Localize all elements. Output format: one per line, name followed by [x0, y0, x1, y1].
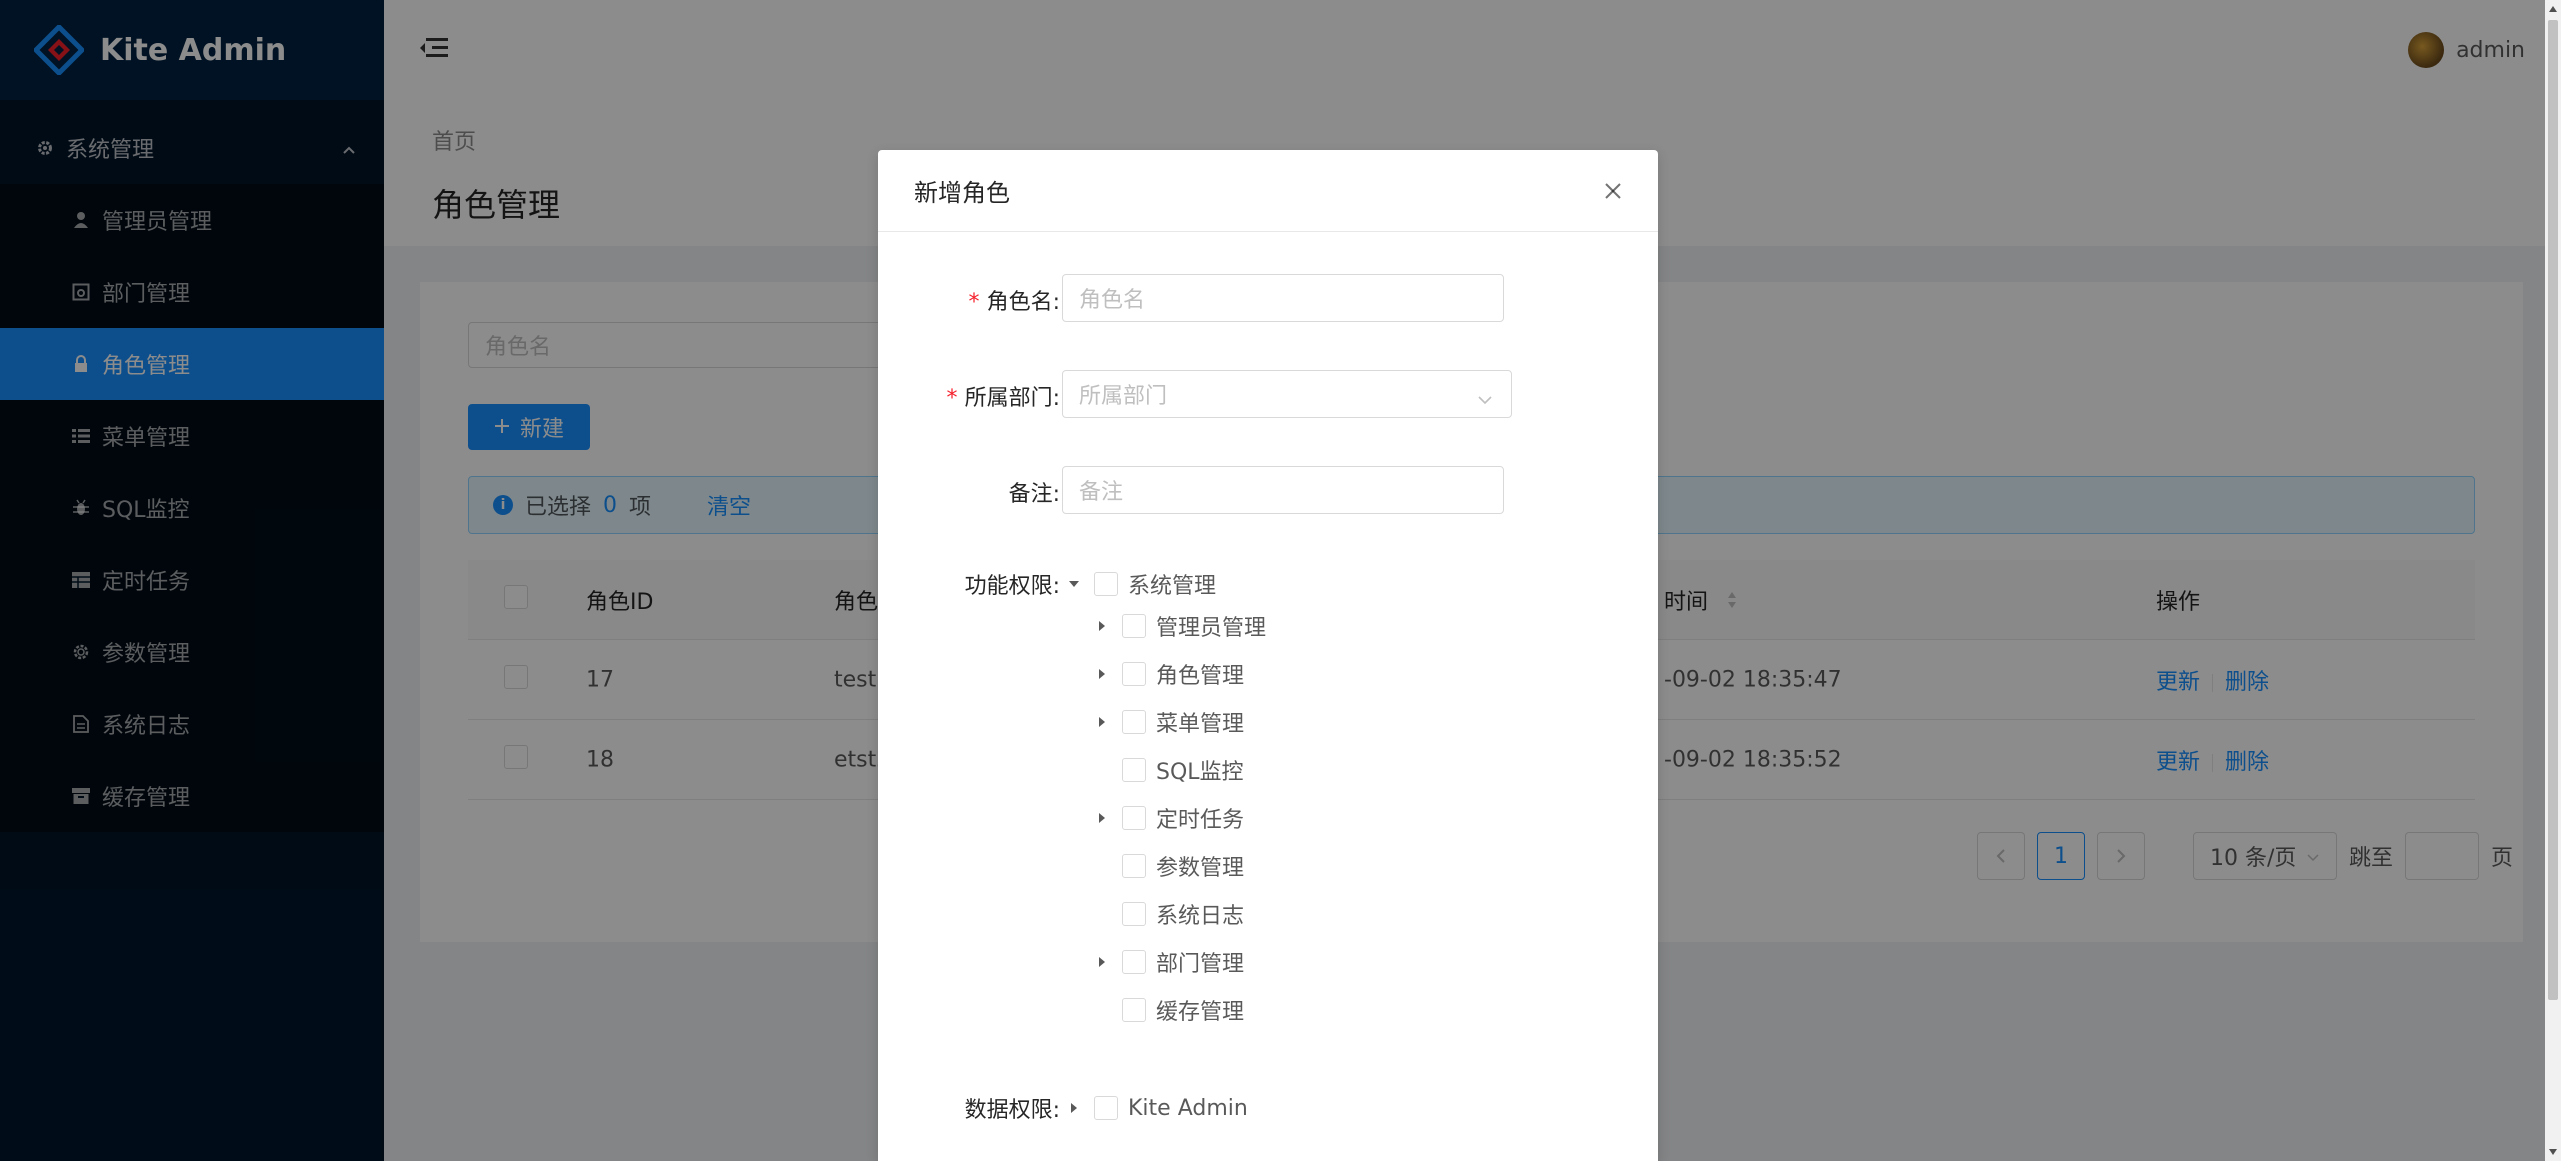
tree-checkbox[interactable]	[1122, 806, 1146, 830]
tree-node: 管理员管理	[1090, 608, 1266, 644]
tree-node: 角色管理	[1090, 656, 1244, 692]
caret-right-icon[interactable]	[1090, 662, 1114, 686]
remark-label: 备注:	[1008, 482, 1060, 507]
caret-right-icon[interactable]	[1090, 614, 1114, 638]
scroll-thumb[interactable]	[2548, 20, 2558, 1000]
tree-node: 部门管理	[1090, 944, 1244, 980]
data-permissions-label: 数据权限:	[964, 1098, 1060, 1123]
tree-node-label[interactable]: 参数管理	[1156, 850, 1244, 882]
caret-right-icon[interactable]	[1090, 806, 1114, 830]
tree-checkbox[interactable]	[1122, 998, 1146, 1022]
tree-node: 菜单管理	[1090, 704, 1244, 740]
tree-checkbox[interactable]	[1094, 1096, 1118, 1120]
tree-checkbox[interactable]	[1122, 950, 1146, 974]
role-name-label: * 角色名:	[967, 290, 1060, 315]
caret-right-icon[interactable]	[1062, 1096, 1086, 1120]
tree-node-label[interactable]: 缓存管理	[1156, 994, 1244, 1026]
page-scrollbar[interactable]	[2545, 0, 2561, 1161]
caret-right-icon[interactable]	[1090, 950, 1114, 974]
tree-checkbox[interactable]	[1122, 758, 1146, 782]
tree-checkbox[interactable]	[1094, 572, 1118, 596]
tree-node-label[interactable]: 系统日志	[1156, 898, 1244, 930]
caret-right-icon[interactable]	[1090, 710, 1114, 734]
caret-down-icon[interactable]	[1062, 572, 1086, 596]
tree-checkbox[interactable]	[1122, 662, 1146, 686]
tree-node: SQL监控	[1090, 752, 1244, 788]
tree-node-label[interactable]: 管理员管理	[1156, 610, 1266, 642]
department-select[interactable]: 所属部门	[1062, 370, 1512, 418]
tree-checkbox[interactable]	[1122, 902, 1146, 926]
tree-node-label[interactable]: 角色管理	[1156, 658, 1244, 690]
tree-node-label[interactable]: 系统管理	[1128, 568, 1216, 600]
tree-node-label[interactable]: SQL监控	[1156, 754, 1244, 786]
tree-checkbox[interactable]	[1122, 854, 1146, 878]
remark-field[interactable]: 备注	[1062, 466, 1504, 514]
tree-node: 定时任务	[1090, 800, 1244, 836]
scroll-up-arrow-icon[interactable]	[2549, 6, 2557, 12]
tree-node: 参数管理	[1090, 848, 1244, 884]
tree-node-label[interactable]: Kite Admin	[1128, 1096, 1248, 1121]
department-label: * 所属部门:	[945, 386, 1060, 411]
tree-node-label[interactable]: 部门管理	[1156, 946, 1244, 978]
close-icon[interactable]	[1596, 174, 1630, 208]
tree-node-root: 系统管理	[1062, 566, 1216, 602]
modal-header: 新增角色	[878, 150, 1658, 232]
tree-node: 缓存管理	[1090, 992, 1244, 1028]
scroll-down-arrow-icon[interactable]	[2549, 1149, 2557, 1155]
tree-node-label[interactable]: 菜单管理	[1156, 706, 1244, 738]
tree-node-root: Kite Admin	[1062, 1090, 1248, 1126]
chevron-down-icon	[1477, 387, 1493, 412]
tree-node-label[interactable]: 定时任务	[1156, 802, 1244, 834]
modal-title: 新增角色	[914, 179, 1010, 207]
tree-checkbox[interactable]	[1122, 614, 1146, 638]
role-name-field[interactable]: 角色名	[1062, 274, 1504, 322]
tree-checkbox[interactable]	[1122, 710, 1146, 734]
tree-node: 系统日志	[1090, 896, 1244, 932]
permissions-label: 功能权限:	[964, 574, 1060, 599]
add-role-modal: 新增角色 * 角色名: 角色名 * 所属部门: 所属部门 备注: 备注 功能权限: …	[878, 150, 1658, 1161]
